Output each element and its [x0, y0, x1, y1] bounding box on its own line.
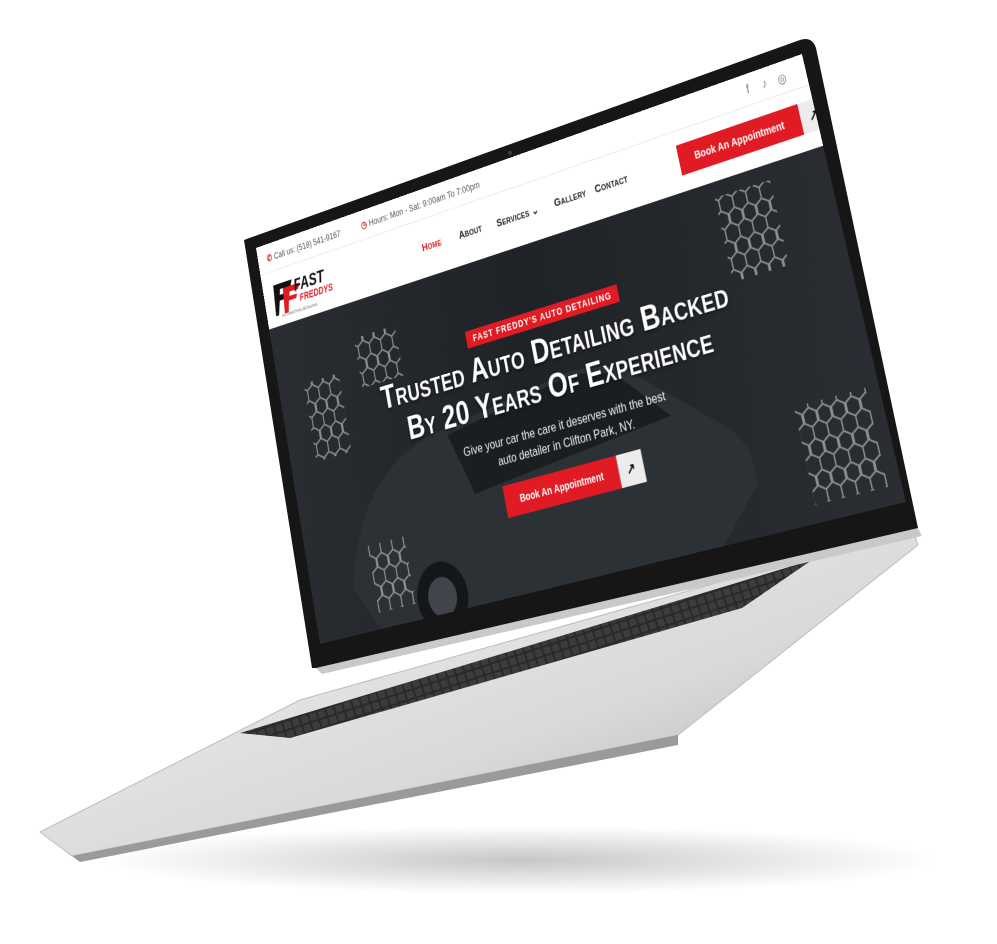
floor-shadow: [100, 826, 940, 894]
nav-home[interactable]: Home: [421, 236, 442, 255]
camera-icon: [507, 150, 513, 156]
nav-contact[interactable]: Contact: [594, 172, 629, 196]
nav-services[interactable]: Services ⌄: [495, 203, 540, 230]
chevron-down-icon: ⌄: [530, 203, 540, 219]
instagram-icon[interactable]: ◎: [776, 70, 788, 88]
tiktok-icon[interactable]: ♪: [760, 77, 768, 92]
facebook-icon[interactable]: f: [745, 83, 751, 97]
nav-about[interactable]: About: [458, 222, 483, 242]
nav-services-label: Services: [495, 206, 531, 230]
nav-gallery[interactable]: Gallery: [553, 186, 587, 209]
phone-icon: ✆: [265, 251, 273, 264]
clock-icon: ◷: [360, 218, 368, 231]
